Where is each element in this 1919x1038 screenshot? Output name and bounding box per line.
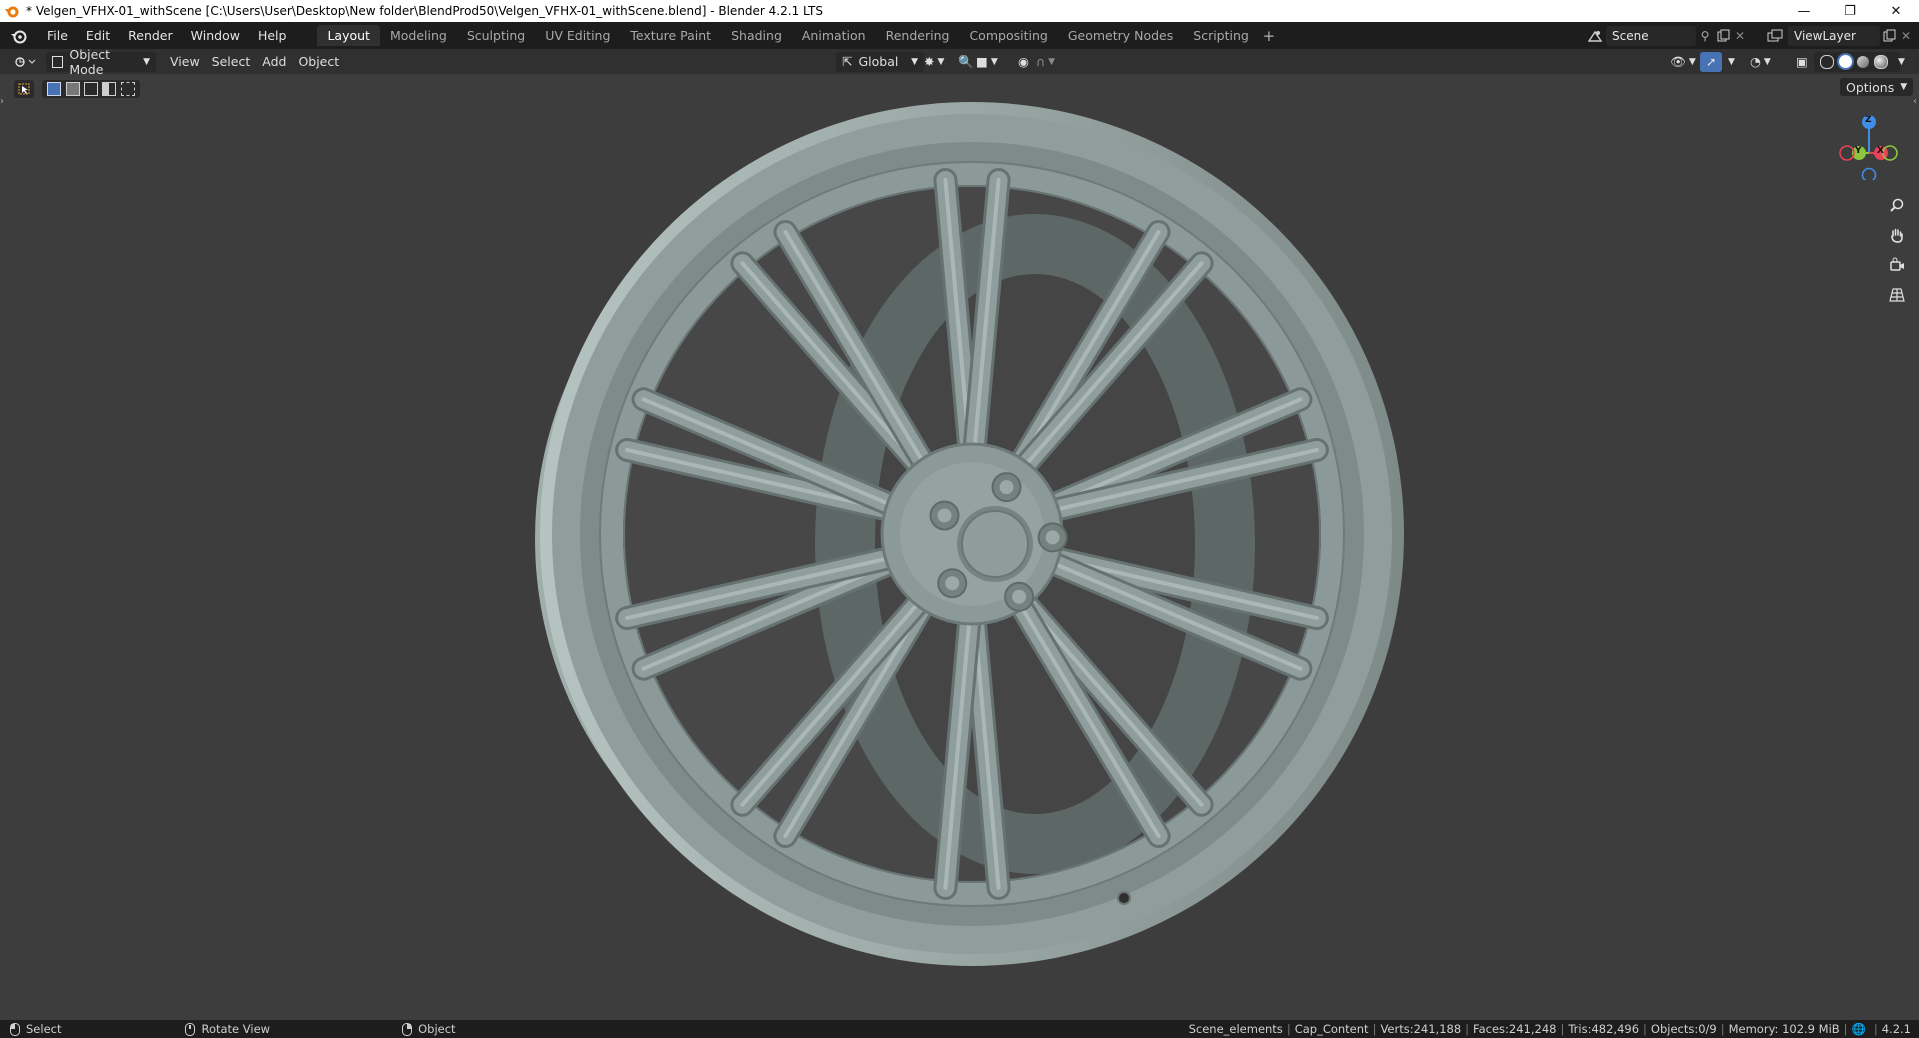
shading-modes — [1814, 51, 1900, 72]
lug-nut — [945, 576, 960, 591]
menu-edit[interactable]: Edit — [77, 22, 119, 49]
window-title: * Velgen_VFHX-01_withScene [C:\Users\Use… — [26, 4, 823, 18]
status-hint-select-label: Select — [26, 1022, 62, 1036]
stat-collection: Scene_elements — [1188, 1022, 1283, 1036]
mouse-middle-icon — [185, 1022, 196, 1036]
menu-object[interactable]: Object — [292, 52, 345, 72]
stat-faces: Faces:241,248 — [1473, 1022, 1557, 1036]
stat-active-object: Cap_Content — [1294, 1022, 1369, 1036]
restore-icon[interactable]: ❐ — [1827, 0, 1873, 22]
menu-add[interactable]: Add — [256, 52, 292, 72]
tab-layout[interactable]: Layout — [317, 25, 380, 46]
tab-animation[interactable]: Animation — [792, 25, 876, 46]
mouse-left-icon — [10, 1022, 20, 1036]
status-bar: Select Rotate View Object Scene_elements… — [0, 1020, 1919, 1038]
lug-nut — [999, 480, 1014, 495]
gizmo-toggle-icon[interactable]: ➚ — [1700, 51, 1723, 72]
gizmo-dropdown-icon[interactable]: ▼ — [1722, 52, 1741, 72]
transform-orientation-dropdown[interactable]: ⇱ Global ▼ — [836, 51, 924, 72]
menu-select[interactable]: Select — [206, 52, 257, 72]
workspace-tabs: Layout Modeling Sculpting UV Editing Tex… — [317, 22, 1278, 49]
tab-texture-paint[interactable]: Texture Paint — [620, 25, 721, 46]
window-titlebar: * Velgen_VFHX-01_withScene [C:\Users\Use… — [0, 0, 1919, 22]
tab-shading[interactable]: Shading — [721, 25, 792, 46]
blender-icon — [4, 3, 20, 19]
wireframe-shading-icon[interactable] — [1820, 54, 1834, 69]
tab-compositing[interactable]: Compositing — [959, 25, 1057, 46]
new-scene-icon[interactable] — [1714, 27, 1732, 45]
status-hint-select: Select — [10, 1022, 61, 1036]
tab-rendering[interactable]: Rendering — [876, 25, 960, 46]
new-view-layer-icon[interactable] — [1880, 27, 1898, 45]
status-hint-rotate-label: Rotate View — [201, 1022, 271, 1036]
top-bar: File Edit Render Window Help Layout Mode… — [0, 22, 1919, 49]
tab-modeling[interactable]: Modeling — [380, 25, 457, 46]
status-hint-rotate: Rotate View — [185, 1022, 270, 1036]
chevron-down-icon: ▼ — [143, 56, 150, 67]
mouse-right-icon — [402, 1022, 413, 1036]
remove-scene-icon[interactable]: ✕ — [1732, 29, 1748, 43]
stat-version: 4.2.1 — [1881, 1022, 1911, 1036]
stat-objects: Objects:0/9 — [1650, 1022, 1717, 1036]
orientation-icon: ⇱ — [842, 54, 853, 69]
blender-logo-icon[interactable] — [0, 22, 38, 49]
editor-type-icon[interactable] — [8, 52, 42, 72]
menu-view[interactable]: View — [164, 52, 206, 72]
object-mode-label: Object Mode — [69, 46, 111, 77]
add-workspace-button[interactable]: + — [1259, 27, 1279, 45]
menu-window[interactable]: Window — [182, 22, 249, 49]
scene-icon[interactable] — [1584, 26, 1606, 46]
orientation-label: Global — [858, 54, 899, 69]
tab-sculpting[interactable]: Sculpting — [457, 25, 535, 46]
rendered-shading-icon[interactable] — [1874, 54, 1888, 69]
lug-nut — [1012, 589, 1027, 604]
status-hint-object: Object — [402, 1022, 456, 1036]
chevron-down-icon: ▼ — [911, 56, 918, 67]
stat-verts: Verts:241,188 — [1380, 1022, 1462, 1036]
pin-icon[interactable]: ⚲ — [1696, 29, 1714, 43]
lug-nut — [1045, 530, 1060, 545]
minimize-icon[interactable]: — — [1781, 0, 1827, 22]
tab-uv-editing[interactable]: UV Editing — [535, 25, 620, 46]
tab-geometry-nodes[interactable]: Geometry Nodes — [1058, 25, 1183, 46]
shading-dropdown-icon[interactable]: ▼ — [1892, 52, 1911, 72]
view-layer-icon[interactable] — [1762, 26, 1788, 46]
overlays-icon[interactable]: ◔ ▼ — [1744, 52, 1777, 72]
wheel-model[interactable] — [0, 74, 1919, 1020]
lug-nut — [937, 508, 952, 523]
falloff-icon[interactable]: ∩ ▼ — [1030, 52, 1061, 72]
3d-viewport[interactable]: › ‹ Options ▼ Z Y X — [0, 74, 1919, 1020]
scene-statistics: Scene_elements | Cap_Content | Verts:241,1… — [1188, 1022, 1911, 1036]
remove-view-layer-icon[interactable]: ✕ — [1898, 29, 1914, 43]
object-mode-icon — [52, 55, 64, 68]
pivot-point-icon[interactable]: ✸ ▼ — [918, 52, 950, 72]
viewport-header: Object Mode ▼ View Select Add Object ⇱ G… — [0, 47, 1919, 77]
solid-shading-icon[interactable] — [1839, 55, 1852, 68]
menu-help[interactable]: Help — [249, 22, 296, 49]
stat-memory: Memory: 102.9 MiB — [1728, 1022, 1840, 1036]
visibility-icon[interactable]: 👁 ▼ — [1664, 52, 1702, 72]
xray-icon[interactable]: ▣ — [1790, 52, 1814, 72]
network-icon: 🌐 — [1851, 1022, 1866, 1036]
snap-target-icon[interactable]: ■ ▼ — [970, 52, 1004, 72]
scene-selector: Scene ⚲ ✕ — [1584, 25, 1748, 46]
menu-file[interactable]: File — [38, 22, 77, 49]
status-hint-object-label: Object — [418, 1022, 456, 1036]
menu-render[interactable]: Render — [119, 22, 182, 49]
view-layer-selector: ViewLayer ✕ — [1762, 25, 1914, 46]
object-mode-dropdown[interactable]: Object Mode ▼ — [46, 47, 156, 77]
material-shading-icon[interactable] — [1857, 55, 1869, 68]
close-icon[interactable]: ✕ — [1873, 0, 1919, 22]
scene-name-field[interactable]: Scene — [1606, 25, 1696, 46]
stat-tris: Tris:482,496 — [1568, 1022, 1640, 1036]
tab-scripting[interactable]: Scripting — [1183, 25, 1259, 46]
view-layer-name-field[interactable]: ViewLayer — [1788, 25, 1880, 46]
